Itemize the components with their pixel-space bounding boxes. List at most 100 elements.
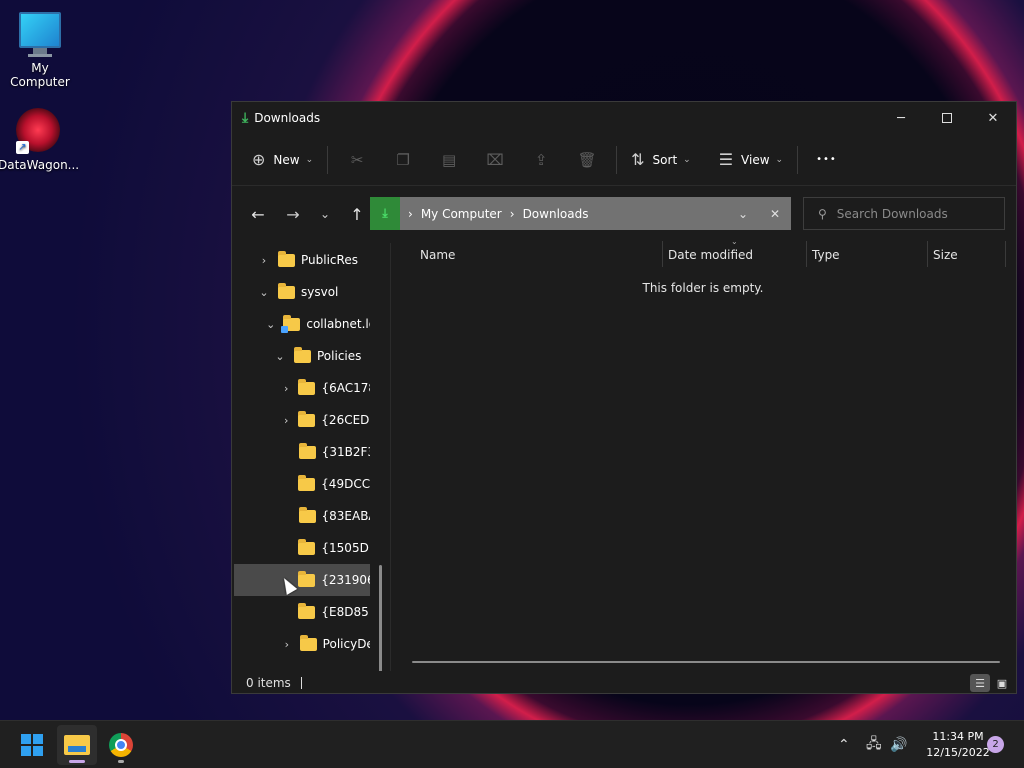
status-bar: 0 items ☰ ▣ (232, 671, 1016, 694)
desktop-icon-my-computer[interactable]: My Computer (0, 12, 80, 89)
search-box[interactable]: ⚲ Search Downloads (803, 197, 1005, 230)
chevron-down-icon[interactable]: ⌄ (256, 286, 272, 299)
column-header-size[interactable]: Size (927, 239, 1005, 271)
file-explorer-icon (64, 735, 90, 755)
chrome-icon (109, 733, 133, 757)
toolbar-divider (327, 145, 329, 174)
tree-item[interactable]: › PolicyDef (234, 628, 370, 660)
share-button[interactable]: ⇪ (518, 143, 564, 177)
tree-item[interactable]: ⌄ sysvol (234, 276, 370, 308)
close-icon: ✕ (987, 110, 999, 126)
volume-icon[interactable]: 🔊 (890, 721, 907, 768)
running-indicator (69, 760, 85, 763)
column-header-name[interactable]: Name (414, 239, 664, 271)
chevron-right-icon: › (509, 206, 515, 221)
taskbar: ⌃ 🖧 🔊 11:34 PM 12/15/2022 (0, 720, 1024, 768)
breadcrumb-downloads[interactable]: Downloads (523, 207, 589, 221)
empty-folder-message: This folder is empty. (642, 281, 764, 295)
tree-item[interactable]: {49DCC11 (234, 468, 370, 500)
computer-icon (0, 12, 80, 57)
navigation-pane[interactable]: › PublicRes ⌄ sysvol ⌄ collabnet.loc ⌄ P… (232, 243, 390, 671)
tree-scrollbar[interactable] (379, 565, 382, 671)
tree-item-label: Policies (317, 349, 362, 363)
tree-item-label: {6AC1786 (321, 381, 370, 395)
view-button[interactable]: ☰ View ⌄ (711, 143, 791, 177)
clear-address-button[interactable]: ✕ (759, 207, 791, 221)
tree-item[interactable]: › {26CED65 (234, 404, 370, 436)
trash-icon: 🗑 (577, 150, 597, 169)
shared-folder-icon (281, 314, 301, 333)
tree-item[interactable]: {83EABAF (234, 500, 370, 532)
download-location-icon: ⤓ (370, 197, 400, 230)
sort-arrows-icon: ⇅ (631, 150, 645, 169)
desktop-icon-label: DataWagon... (0, 158, 80, 172)
pane-divider[interactable] (390, 243, 391, 671)
tree-item[interactable]: ⌄ collabnet.loc (234, 308, 370, 340)
chevron-down-icon: ⌄ (683, 154, 691, 165)
tree-item[interactable]: ⌄ Policies (234, 340, 370, 372)
folder-icon (298, 378, 316, 395)
back-button[interactable]: ← (242, 198, 274, 230)
tree-item[interactable]: {231906FI (234, 564, 370, 596)
forward-button[interactable]: → (277, 198, 309, 230)
folder-icon (278, 250, 295, 267)
tree-item[interactable]: › {6AC1786 (234, 372, 370, 404)
column-divider[interactable] (1005, 241, 1006, 267)
horizontal-scrollbar[interactable] (412, 661, 1000, 663)
address-dropdown-button[interactable]: ⌄ (727, 207, 759, 221)
desktop-icon-datawagon[interactable]: ↗ DataWagon... (0, 108, 80, 172)
rename-button[interactable]: ⌧ (472, 143, 518, 177)
notification-badge[interactable]: 2 (987, 736, 1004, 753)
windows-logo-icon (21, 734, 43, 756)
tree-item[interactable]: {1505DE3 (234, 532, 370, 564)
address-bar[interactable]: ⤓ › My Computer › Downloads ⌄ ✕ (370, 197, 791, 230)
folder-icon (298, 442, 316, 459)
new-button[interactable]: ⊕ New ⌄ (244, 143, 321, 177)
search-icon: ⚲ (818, 206, 827, 221)
tree-item[interactable]: {31B2F34 (234, 436, 370, 468)
sort-button[interactable]: ⇅ Sort ⌄ (623, 143, 699, 177)
close-button[interactable]: ✕ (970, 102, 1016, 134)
delete-button[interactable]: 🗑 (564, 143, 610, 177)
details-view-button[interactable]: ☰ (970, 674, 990, 692)
start-button[interactable] (12, 725, 52, 765)
maximize-button[interactable] (924, 102, 970, 134)
title-bar[interactable]: ⤓ Downloads ─ ✕ (232, 102, 1016, 134)
chevron-right-icon[interactable]: › (256, 254, 272, 267)
list-view-icon: ☰ (718, 150, 734, 169)
column-header-date-modified[interactable]: Date modified (662, 239, 806, 271)
tree-item[interactable]: {E8D8519 (234, 596, 370, 628)
item-count: 0 items (246, 675, 291, 690)
tree-item[interactable]: › PublicRes (234, 244, 370, 276)
new-label: New (273, 152, 300, 167)
minimize-button[interactable]: ─ (878, 102, 924, 134)
arrow-left-icon: ← (251, 204, 265, 224)
chevron-right-icon[interactable]: › (280, 414, 292, 427)
copy-button[interactable]: ❐ (380, 143, 426, 177)
folder-icon (294, 346, 311, 363)
tiles-view-button[interactable]: ▣ (992, 674, 1012, 692)
folder-icon (298, 570, 316, 587)
more-icon: ••• (816, 154, 837, 165)
status-divider (300, 676, 302, 689)
chevron-down-icon[interactable]: ⌄ (272, 350, 288, 363)
chevron-down-icon[interactable]: ⌄ (264, 318, 277, 331)
recent-locations-button[interactable]: ⌄ (309, 198, 341, 230)
tree-item-label: {83EABAF (321, 509, 371, 523)
chevron-right-icon[interactable]: › (280, 382, 292, 395)
tree-item-label: {31B2F34 (321, 445, 370, 459)
chevron-right-icon[interactable]: › (280, 638, 294, 651)
arrow-right-icon: → (286, 204, 300, 224)
sort-label: Sort (652, 152, 678, 167)
network-icon[interactable]: 🖧 (866, 721, 882, 768)
paste-button[interactable]: ▤ (426, 143, 472, 177)
breadcrumb-my-computer[interactable]: My Computer (421, 207, 502, 221)
tree-item-label: {26CED65 (321, 413, 370, 427)
column-header-type[interactable]: Type (806, 239, 926, 271)
cut-button[interactable]: ✂ (334, 143, 380, 177)
chrome-taskbar-button[interactable] (101, 725, 141, 765)
up-button[interactable]: ↑ (341, 198, 373, 230)
show-hidden-icons-button[interactable]: ⌃ (838, 721, 850, 768)
file-explorer-taskbar-button[interactable] (57, 725, 97, 765)
more-options-button[interactable]: ••• (804, 143, 849, 177)
